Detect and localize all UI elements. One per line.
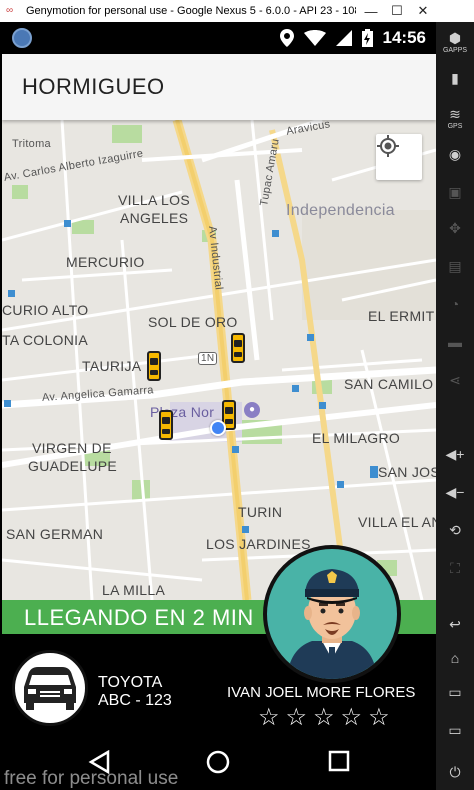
current-location-marker [210,420,226,436]
dpad-icon[interactable]: ✥ [436,220,474,237]
place-label-virgen-2: GUADELUPE [28,458,118,474]
close-button[interactable]: ✕ [412,3,434,19]
volume-down-icon[interactable]: ◀− [436,484,474,501]
taxi-marker[interactable] [147,351,161,381]
place-label-el-milagro: EL MILAGRO [312,430,401,446]
sms-icon[interactable]: ▬ [436,334,474,350]
star-icon[interactable]: ☆ [368,706,390,730]
place-label-sol-de-oro: SOL DE ORO [148,314,238,330]
place-label-san-camilo: SAN CAMILO [344,376,434,392]
star-icon[interactable]: ☆ [313,706,335,730]
toolbar-home-icon[interactable]: ⌂ [436,650,474,666]
toolbar-back-icon[interactable]: ↩ [436,616,474,633]
window-title-bar: ∞ Genymotion for personal use - Google N… [0,0,474,22]
place-label-san-german: SAN GERMAN [6,526,104,542]
route-shield: 1N [198,352,218,365]
gps-caption: GPS [447,123,463,130]
webcam-icon[interactable]: ◉ [436,146,474,163]
battery-icon[interactable]: ▮ [436,70,474,87]
battery-charging-icon [361,29,373,47]
status-clock: 14:56 [382,28,426,47]
place-label-turin: TURIN [238,504,283,520]
arrival-text: LLEGANDO EN 2 MIN [24,605,254,630]
vehicle-make: TOYOTA [98,674,163,691]
place-label-virgen-1: VIRGEN DE [32,440,112,456]
minimize-button[interactable]: — [360,4,382,19]
crosshair-icon [377,135,399,157]
place-label-independencia: Independencia [286,202,395,219]
gapps-icon[interactable]: ⬢ GAPPS [436,30,474,55]
watermark: free for personal use [4,768,179,789]
place-label-ta-colonia: TA COLONIA [2,332,88,348]
status-bar: 14:56 [0,22,436,54]
place-label-villa-el-ang: VILLA EL ANG [358,514,436,530]
place-label-el-ermit: EL ERMIT [368,308,435,324]
vehicle-avatar [12,650,88,726]
place-label-taurija: TAURIJA [82,358,142,374]
screencast-icon[interactable]: ▣ [436,184,474,201]
taxi-marker[interactable] [159,410,173,440]
place-label-mercurio: MERCURIO [66,254,145,270]
vehicle-info: TOYOTA ABC - 123 [98,674,172,710]
app-bar: HORMIGUEO [2,54,436,120]
place-label-curio-alto: CURIO ALTO [2,302,89,318]
car-front-icon [24,667,76,710]
map-view[interactable]: Tritoma Aravicus Av. Carlos Alberto Izag… [2,120,436,600]
genymotion-notification-icon [12,28,32,48]
gapps-caption: GAPPS [442,47,468,54]
app-title: HORMIGUEO [22,74,165,99]
power-icon[interactable]: ⏻ [436,764,474,781]
driver-avatar [263,545,401,683]
driver-name: IVAN JOEL MORE FLORES [227,684,416,701]
star-icon[interactable]: ☆ [258,706,280,730]
rotate-icon[interactable]: ⟲ [436,522,474,539]
place-label-villa-los-angeles-2: ANGELES [120,210,189,226]
star-icon[interactable]: ☆ [341,706,363,730]
taxi-marker[interactable] [231,333,245,363]
rss-icon[interactable]: ◔ [436,296,474,312]
vehicle-plate: ABC - 123 [98,692,172,709]
place-label-la-milla: LA MILLA [102,582,166,598]
toolbar-recents-icon[interactable]: ▭ [436,722,474,739]
wifi-icon [303,30,326,46]
location-icon [279,29,294,47]
driver-illustration [287,569,377,679]
share-icon[interactable]: ⋖ [436,372,474,389]
genymotion-toolbar: ⬢ GAPPS ▮ ≋ GPS ◉ ▣ ✥ ▤ ◔ ▬ ⋖ ◀+ ◀− ⟲ ⛶ ↩ … [436,22,474,790]
fullscreen-icon[interactable]: ⛶ [436,560,474,577]
maximize-button[interactable]: ☐ [386,3,408,19]
driver-rating[interactable]: ☆ ☆ ☆ ☆ ☆ [258,706,390,730]
place-label-los-jardines: LOS JARDINES [206,536,311,552]
menu-icon[interactable]: ▭ [436,684,474,701]
volume-up-icon[interactable]: ◀+ [436,446,474,463]
recents-icon[interactable] [328,750,350,772]
window-title: Genymotion for personal use - Google Nex… [26,5,356,17]
signal-icon [335,30,352,46]
shopping-bag-icon: ● [244,402,260,418]
id-icon[interactable]: ▤ [436,258,474,275]
home-icon[interactable] [206,750,230,774]
my-location-button[interactable] [376,134,422,180]
genymotion-logo-icon: ∞ [6,5,14,16]
place-label-villa-los-angeles-1: VILLA LOS [118,192,190,208]
street-label-tritoma: Tritoma [12,138,51,150]
gps-icon[interactable]: ≋ GPS [436,106,474,131]
star-icon[interactable]: ☆ [286,706,308,730]
place-label-san-jos: SAN JOS [378,464,436,480]
